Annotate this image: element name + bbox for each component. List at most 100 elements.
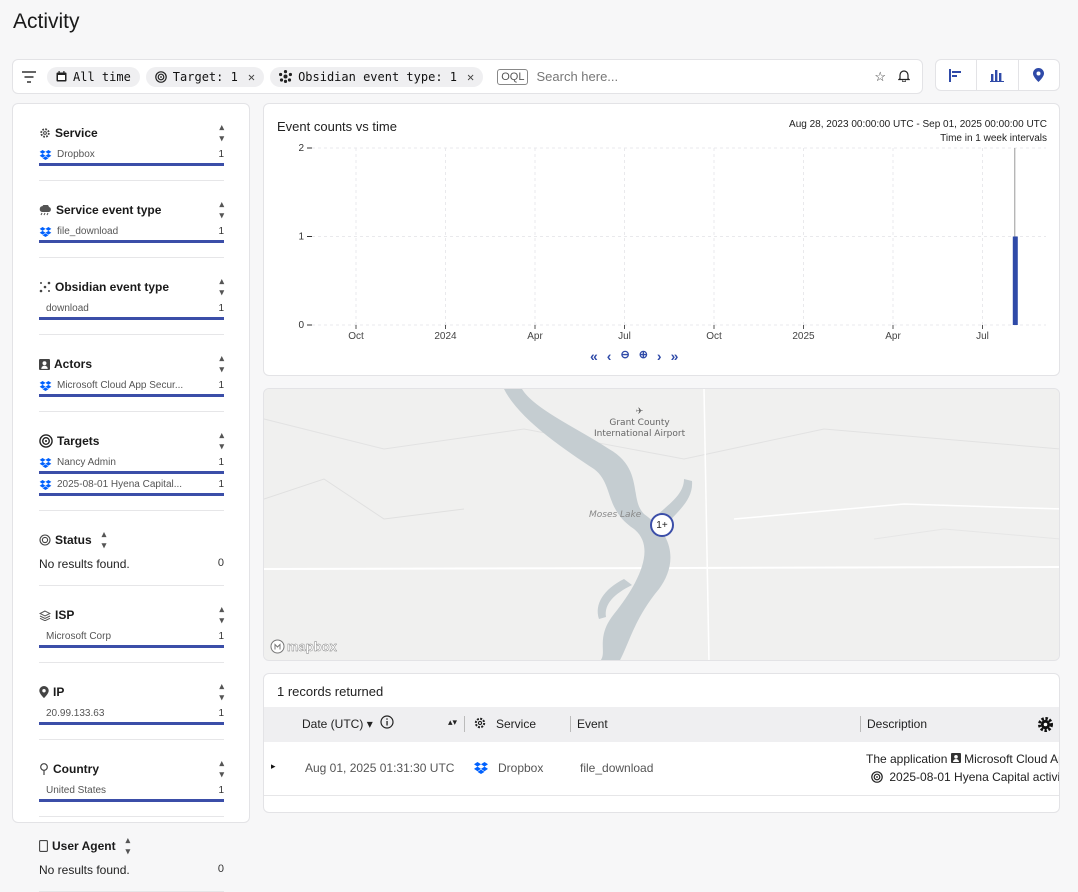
facet-targets: Targets ▴ ▾ Nancy Admin 1 2025-08-01 Hyena Ca… [39,412,224,511]
facet-item[interactable]: download 1 [39,303,224,320]
sort-icon[interactable]: ▴▾ [219,276,224,298]
next-page-icon[interactable]: › [657,348,662,364]
sort-icon[interactable]: ▴▾ [102,529,107,551]
page-title: Activity [13,10,80,33]
x-tick-label: Oct [706,331,722,342]
facet-item[interactable]: 20.99.133.63 1 [39,708,224,725]
sort-icon[interactable]: ▴▾ [219,122,224,144]
filter-icon[interactable] [21,70,37,83]
column-separator [860,716,861,732]
column-service[interactable]: Service [496,717,536,731]
facet-item[interactable]: United States 1 [39,785,224,802]
map-label-airport: ✈ Grant County International Airport [594,407,686,439]
facet-empty-count: 0 [217,557,224,569]
facet-title: IP [53,685,65,699]
facet-header: Status ▴ ▾ [39,529,224,551]
facet-ip: IP ▴ ▾ 20.99.133.63 1 [39,663,224,740]
map-view[interactable]: ✈ Grant County International Airport Mos… [263,388,1060,661]
zoom-in-icon[interactable]: ⊕ [639,348,648,364]
column-event[interactable]: Event [577,717,608,731]
star-icon[interactable]: ☆ [874,69,886,85]
row-description-target: 2025-08-01 Hyena Capital activity [871,770,1059,784]
facet-item-count: 1 [218,149,224,160]
facet-item-count: 1 [218,631,224,642]
close-icon[interactable]: ✕ [467,70,474,84]
scatter-icon [39,281,51,293]
facet-status: Status ▴ ▾ No results found. 0 [39,511,224,586]
x-tick-label: 2025 [792,331,815,342]
facet-item[interactable]: Microsoft Cloud App Secur... 1 [39,380,224,397]
layers-icon [39,609,51,621]
x-tick-label: Oct [348,331,364,342]
timeline-view-button[interactable] [936,60,978,90]
zoom-out-icon[interactable]: ⊖ [620,348,629,364]
facet-title: Service event type [56,203,162,217]
facet-title: ISP [55,608,75,622]
chart-plot[interactable]: 0 1 2 Oct 2024 Apr Jul Oct 2025 Apr Jul [264,104,1061,344]
actor-icon [950,752,964,766]
facet-item-label: 20.99.133.63 [46,708,105,719]
facet-item[interactable]: Nancy Admin 1 [39,457,224,474]
facet-header: Country ▴ ▾ [39,758,224,780]
desc-target[interactable]: 2025-08-01 Hyena Capital activity [889,770,1059,784]
chip-time[interactable]: All time [47,66,140,87]
sort-icon[interactable]: ▴▾ [126,835,131,857]
view-toggle [935,59,1060,91]
settings-gear-icon[interactable] [1037,716,1054,736]
facet-title: Targets [57,434,100,448]
facet-item[interactable]: 2025-08-01 Hyena Capital... 1 [39,479,224,496]
sort-icon[interactable]: ▴▾ [219,199,224,221]
dropbox-icon [474,762,488,777]
facet-title: Status [55,533,92,547]
chip-target[interactable]: Target: 1 ✕ [145,66,265,87]
search-input[interactable] [536,69,875,84]
bar [1012,236,1018,325]
sort-icon[interactable]: ▴▾ [219,604,224,626]
first-page-icon[interactable]: « [590,348,598,364]
facet-item-label: United States [46,785,107,796]
prev-page-icon[interactable]: ‹ [607,348,612,364]
last-page-icon[interactable]: » [671,348,679,364]
map-cluster-marker[interactable]: 1+ [650,513,674,537]
bell-icon[interactable] [897,69,911,85]
chip-event-type[interactable]: Obsidian event type: 1 ✕ [270,66,484,87]
info-icon[interactable] [380,715,394,732]
facet-empty-text: No results found. [39,863,130,877]
facet-item-count: 1 [218,708,224,719]
facet-isp: ISP ▴ ▾ Microsoft Corp 1 [39,586,224,663]
close-icon[interactable]: ✕ [248,70,255,84]
gear-icon [473,716,487,733]
facet-header: IP ▴ ▾ [39,681,224,703]
oql-toggle[interactable]: OQL [497,68,529,85]
sort-icon[interactable]: ▴▾ [219,353,224,375]
desc-actor[interactable]: Microsoft Cloud App [964,752,1059,766]
timeline-icon [948,68,961,82]
facet-actors: Actors ▴ ▾ Microsoft Cloud App Secur... 1 [39,335,224,412]
expand-row-icon[interactable]: ▸ [271,761,276,772]
y-tick-label: 0 [298,320,304,331]
facet-title: User Agent [52,839,116,853]
column-description[interactable]: Description [867,717,927,731]
location-icon [39,763,49,775]
sort-desc-icon[interactable]: ▾ [367,717,373,731]
sort-icon[interactable]: ▴▾ [448,717,457,728]
mapbox-attribution: mapbox [287,639,337,654]
sort-icon[interactable]: ▴▾ [219,681,224,703]
facet-item[interactable]: Dropbox 1 [39,149,224,166]
column-date[interactable]: Date (UTC) ▾ [302,717,373,731]
facet-empty: No results found. 0 [39,557,224,571]
x-tick-label: Apr [527,331,543,342]
sort-icon[interactable]: ▴▾ [219,430,224,452]
x-tick-label: Jul [976,331,989,342]
facet-item-count: 1 [218,785,224,796]
facet-empty-text: No results found. [39,557,130,571]
facet-empty-count: 0 [217,863,224,875]
facet-item-count: 1 [218,303,224,314]
sort-icon[interactable]: ▴▾ [219,758,224,780]
map-view-button[interactable] [1019,60,1059,90]
table-row[interactable]: ▸ Aug 01, 2025 01:31:30 UTC Dropbox file… [264,742,1059,796]
mapbox-logo: mapbox [270,639,337,654]
facet-item[interactable]: file_download 1 [39,226,224,243]
facet-item[interactable]: Microsoft Corp 1 [39,631,224,648]
chart-view-button[interactable] [977,60,1019,90]
